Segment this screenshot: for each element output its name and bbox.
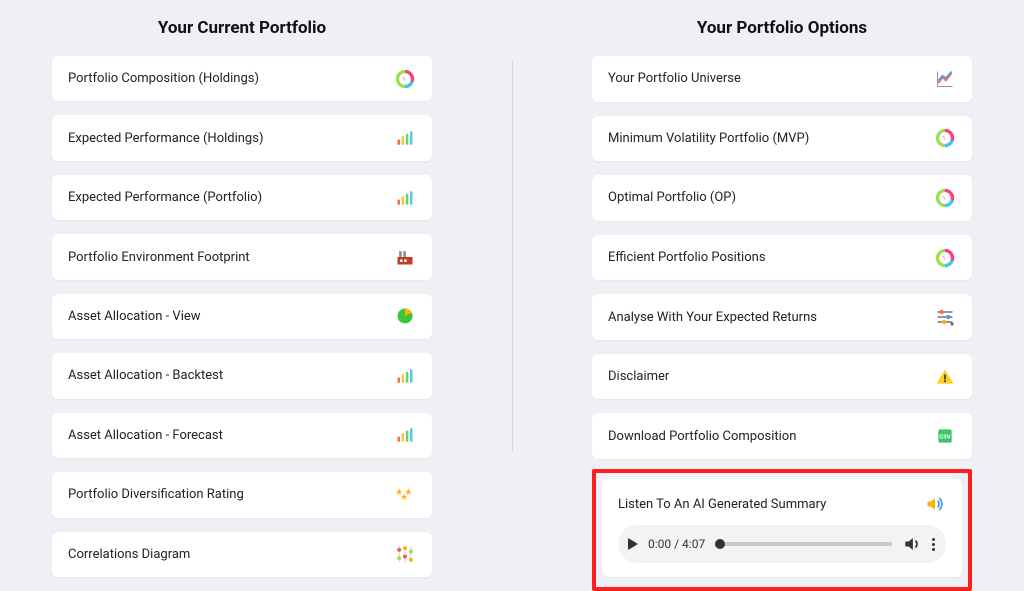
ai-summary-highlight: Listen To An AI Generated Summary 0:00 /… xyxy=(592,469,972,591)
bar-chart-icon xyxy=(394,365,416,387)
card-asset-allocation-backtest[interactable]: Asset Allocation - Backtest xyxy=(52,353,432,398)
stars-icon xyxy=(394,484,416,506)
card-label: Portfolio Diversification Rating xyxy=(68,487,244,502)
card-label: Portfolio Composition (Holdings) xyxy=(68,71,259,86)
bar-chart-icon xyxy=(394,187,416,209)
donut-icon xyxy=(934,187,956,209)
card-label: Asset Allocation - Forecast xyxy=(68,428,223,443)
card-correlations-diagram[interactable]: Correlations Diagram xyxy=(52,532,432,577)
card-label: Expected Performance (Portfolio) xyxy=(68,190,262,205)
factory-icon xyxy=(394,246,416,268)
card-ai-summary[interactable]: Listen To An AI Generated Summary 0:00 /… xyxy=(602,479,962,577)
bar-chart-icon xyxy=(394,424,416,446)
donut-icon xyxy=(934,127,956,149)
card-portfolio-composition[interactable]: Portfolio Composition (Holdings) xyxy=(52,56,432,101)
card-download-composition[interactable]: Download Portfolio Composition xyxy=(592,413,972,459)
card-label: Disclaimer xyxy=(608,369,669,384)
card-label: Expected Performance (Holdings) xyxy=(68,131,263,146)
card-label: Optimal Portfolio (OP) xyxy=(608,190,736,205)
card-analyse-expected-returns[interactable]: Analyse With Your Expected Returns xyxy=(592,294,972,340)
column-divider xyxy=(512,60,513,451)
speaker-icon xyxy=(924,493,946,515)
audio-time: 0:00 / 4:07 xyxy=(648,537,705,551)
line-chart-icon xyxy=(934,68,956,90)
card-disclaimer[interactable]: Disclaimer xyxy=(592,354,972,400)
card-label: Download Portfolio Composition xyxy=(608,429,796,444)
audio-player[interactable]: 0:00 / 4:07 xyxy=(618,525,946,563)
card-expected-performance-holdings[interactable]: Expected Performance (Holdings) xyxy=(52,115,432,160)
csv-icon xyxy=(934,425,956,447)
card-label: Efficient Portfolio Positions xyxy=(608,250,766,265)
audio-seek-bar[interactable] xyxy=(715,542,892,546)
card-asset-allocation-forecast[interactable]: Asset Allocation - Forecast xyxy=(52,413,432,458)
left-column: Your Current Portfolio Portfolio Composi… xyxy=(52,18,432,591)
warning-icon xyxy=(934,366,956,388)
card-diversification-rating[interactable]: Portfolio Diversification Rating xyxy=(52,472,432,517)
card-label: Portfolio Environment Footprint xyxy=(68,250,250,265)
audio-more-button[interactable] xyxy=(932,538,936,551)
pie-chart-icon xyxy=(394,305,416,327)
left-title: Your Current Portfolio xyxy=(52,18,432,38)
card-label: Minimum Volatility Portfolio (MVP) xyxy=(608,131,809,146)
slider-icon xyxy=(934,306,956,328)
card-label: Correlations Diagram xyxy=(68,547,190,562)
card-label: Listen To An AI Generated Summary xyxy=(618,497,826,512)
card-portfolio-universe[interactable]: Your Portfolio Universe xyxy=(592,56,972,102)
bar-chart-icon xyxy=(394,127,416,149)
card-label: Asset Allocation - View xyxy=(68,309,201,324)
right-column: Your Portfolio Options Your Portfolio Un… xyxy=(592,18,972,591)
play-button[interactable] xyxy=(628,538,638,550)
card-environment-footprint[interactable]: Portfolio Environment Footprint xyxy=(52,234,432,279)
card-label: Analyse With Your Expected Returns xyxy=(608,310,817,325)
card-mvp[interactable]: Minimum Volatility Portfolio (MVP) xyxy=(592,116,972,162)
card-optimal-portfolio[interactable]: Optimal Portfolio (OP) xyxy=(592,175,972,221)
right-title: Your Portfolio Options xyxy=(592,18,972,38)
volume-button[interactable] xyxy=(902,534,922,554)
card-efficient-positions[interactable]: Efficient Portfolio Positions xyxy=(592,235,972,281)
donut-icon xyxy=(934,247,956,269)
card-expected-performance-portfolio[interactable]: Expected Performance (Portfolio) xyxy=(52,175,432,220)
card-asset-allocation-view[interactable]: Asset Allocation - View xyxy=(52,294,432,339)
card-label: Your Portfolio Universe xyxy=(608,71,741,86)
donut-icon xyxy=(394,68,416,90)
dots-icon xyxy=(394,543,416,565)
card-label: Asset Allocation - Backtest xyxy=(68,368,223,383)
